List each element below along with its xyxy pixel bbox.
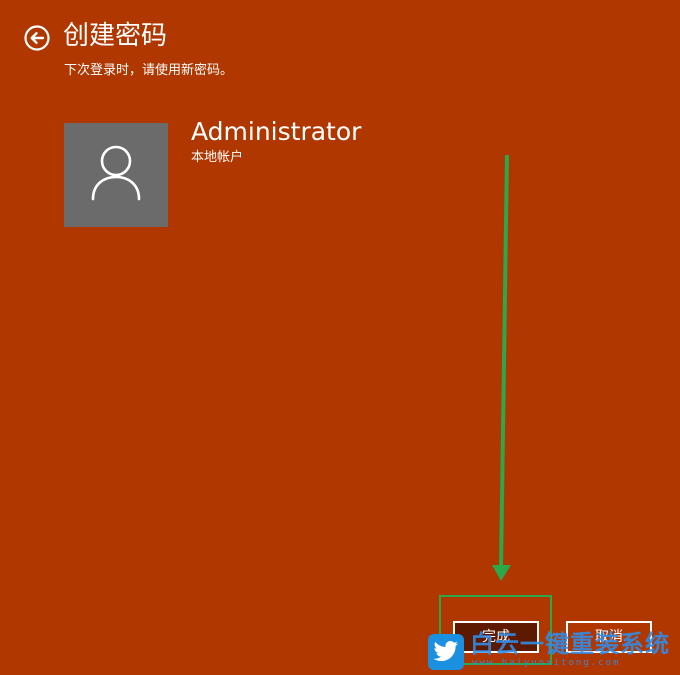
watermark-title: 白云一键重装系统 — [470, 630, 670, 658]
watermark-logo — [428, 634, 464, 670]
back-button[interactable] — [24, 25, 50, 51]
watermark-url: www.baiyunxitong.com — [472, 658, 621, 668]
page-subtitle: 下次登录时，请使用新密码。 — [64, 63, 234, 78]
avatar — [64, 123, 168, 227]
annotation-arrow — [492, 155, 511, 581]
twitter-bird-icon — [433, 641, 458, 661]
page-title: 创建密码 — [63, 21, 168, 51]
watermark: 白云一键重装系统 www.baiyunxitong.com — [428, 630, 680, 672]
account-type: 本地帐户 — [191, 150, 244, 165]
account-name: Administrator — [191, 117, 362, 146]
back-arrow-circle-icon — [24, 25, 50, 51]
user-silhouette-icon — [91, 145, 141, 201]
